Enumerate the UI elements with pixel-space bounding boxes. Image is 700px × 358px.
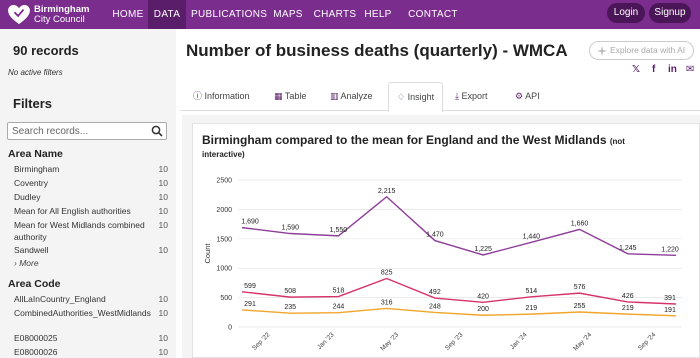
tab-table[interactable]: ▦ Table	[274, 82, 306, 110]
filter-item-count: 10	[158, 294, 168, 304]
heart-logo-icon	[8, 4, 30, 24]
filter-item[interactable]: E08000026 10	[14, 346, 168, 358]
tab-label: Information	[204, 91, 250, 101]
email-icon[interactable]: ✉	[686, 64, 694, 75]
filter-item-label: Mean for West Midlands combined authorit…	[14, 220, 145, 242]
filter-group-area-name: Area Name	[8, 148, 63, 160]
x-twitter-icon[interactable]: 𝕏	[632, 64, 640, 75]
tab-label: API	[525, 91, 540, 101]
records-count: 90 records	[13, 43, 79, 58]
filter-item[interactable]: Mean for All English authorities 10	[14, 205, 168, 217]
explore-ai-label: Explore data with AI	[610, 45, 686, 55]
chart-card	[192, 123, 700, 358]
tab-label: Insight	[407, 92, 435, 102]
filter-item-count: 10	[158, 333, 168, 343]
nav-charts[interactable]: CHARTS	[311, 0, 359, 29]
page-title: Number of business deaths (quarterly) - …	[186, 41, 568, 60]
filter-item-label: Sandwell	[14, 245, 49, 255]
sparkle-icon	[597, 46, 607, 56]
filter-item[interactable]: Dudley 10	[14, 191, 168, 203]
filter-item-label: E08000025	[14, 333, 58, 343]
table-icon: ▦	[274, 91, 285, 101]
bar-chart-icon: ▥	[330, 91, 341, 101]
filter-item-count: 10	[158, 347, 168, 357]
brand-line-2: City Council	[34, 13, 85, 25]
facebook-icon[interactable]: f	[652, 64, 655, 75]
nav-data[interactable]: DATA	[148, 0, 186, 29]
filter-item[interactable]: Birmingham 10	[14, 163, 168, 175]
brand-line-1: Birmingham	[34, 3, 90, 15]
chart-title: Birmingham compared to the mean for Engl…	[202, 133, 682, 147]
filter-item[interactable]: AllLaInCountry_England 10	[14, 293, 168, 305]
chart-note: (not	[609, 137, 625, 146]
filter-item[interactable]: Coventry 10	[14, 177, 168, 189]
filter-item-label: E08000026	[14, 347, 58, 357]
filter-sidebar: 90 records No active filters Filters Sea…	[0, 29, 176, 358]
filter-group-area-code: Area Code	[8, 278, 61, 290]
filter-item-count: 10	[158, 164, 168, 174]
filter-item-label: CombinedAuthorities_WestMidlands	[14, 308, 151, 318]
filter-item-count: 10	[158, 178, 168, 188]
filter-item-label: AllLaInCountry_England	[14, 294, 106, 304]
tab-information[interactable]: ⓘ Information	[193, 82, 250, 110]
filter-item-count: 10	[158, 220, 168, 230]
chart-note-2: interactive)	[202, 150, 245, 159]
filter-item-label: Mean for All English authorities	[14, 206, 131, 216]
chart-title-text: Birmingham compared to the mean for Engl…	[202, 133, 607, 147]
brand-logo[interactable]: Birmingham City Council	[8, 2, 89, 27]
nav-publications[interactable]: PUBLICATIONS	[191, 0, 267, 29]
info-icon: ⓘ	[193, 91, 205, 101]
filter-item[interactable]: E08000025 10	[14, 332, 168, 344]
tab-insight[interactable]: ♢ Insight	[388, 82, 444, 112]
tab-label: Table	[284, 91, 307, 101]
filter-item-label: Dudley	[14, 192, 41, 202]
filter-item-count: 10	[158, 245, 168, 255]
search-icon[interactable]	[151, 125, 163, 137]
nav-contact-us[interactable]: CONTACT US	[401, 0, 465, 49]
filter-item-count: 10	[158, 308, 168, 318]
tab-analyze[interactable]: ▥ Analyze	[330, 82, 373, 110]
filter-item-label: Coventry	[14, 178, 49, 188]
tab-api[interactable]: ⚙ API	[515, 82, 540, 110]
active-filters-status: No active filters	[8, 68, 63, 77]
linkedin-icon[interactable]: in	[668, 64, 677, 75]
tab-label: Export	[461, 91, 488, 101]
explore-ai-button[interactable]: Explore data with AI	[589, 41, 694, 60]
filter-item-label: Birmingham	[14, 164, 60, 174]
nav-help[interactable]: HELP	[362, 0, 394, 29]
nav-maps[interactable]: MAPS	[270, 0, 306, 29]
filter-item-count: 10	[158, 206, 168, 216]
filter-item[interactable]: CombinedAuthorities_WestMidlands 10	[14, 307, 168, 319]
nav-home[interactable]: HOME	[108, 0, 148, 29]
filter-item[interactable]: Mean for West Midlands combined authorit…	[14, 219, 168, 243]
filter-item-count: 10	[158, 192, 168, 202]
top-nav-bar: Birmingham City Council HOME DATA PUBLIC…	[0, 0, 700, 49]
tab-export[interactable]: ⤓ Export	[455, 82, 488, 110]
search-placeholder: Search records...	[12, 126, 89, 137]
lightbulb-icon: ♢	[397, 92, 408, 102]
tab-label: Analyze	[340, 91, 373, 101]
filters-heading: Filters	[13, 96, 53, 111]
signup-button[interactable]: Signup	[649, 3, 691, 23]
search-records-input[interactable]: Search records...	[7, 122, 167, 140]
view-tabs: ⓘ Information ▦ Table ▥ Analyze ♢ Insigh…	[186, 82, 700, 112]
login-button[interactable]: Login	[607, 3, 645, 23]
filter-item[interactable]: Sandwell 10	[14, 244, 168, 256]
show-more-link[interactable]: › More	[14, 258, 39, 268]
gears-icon: ⚙	[515, 91, 526, 101]
